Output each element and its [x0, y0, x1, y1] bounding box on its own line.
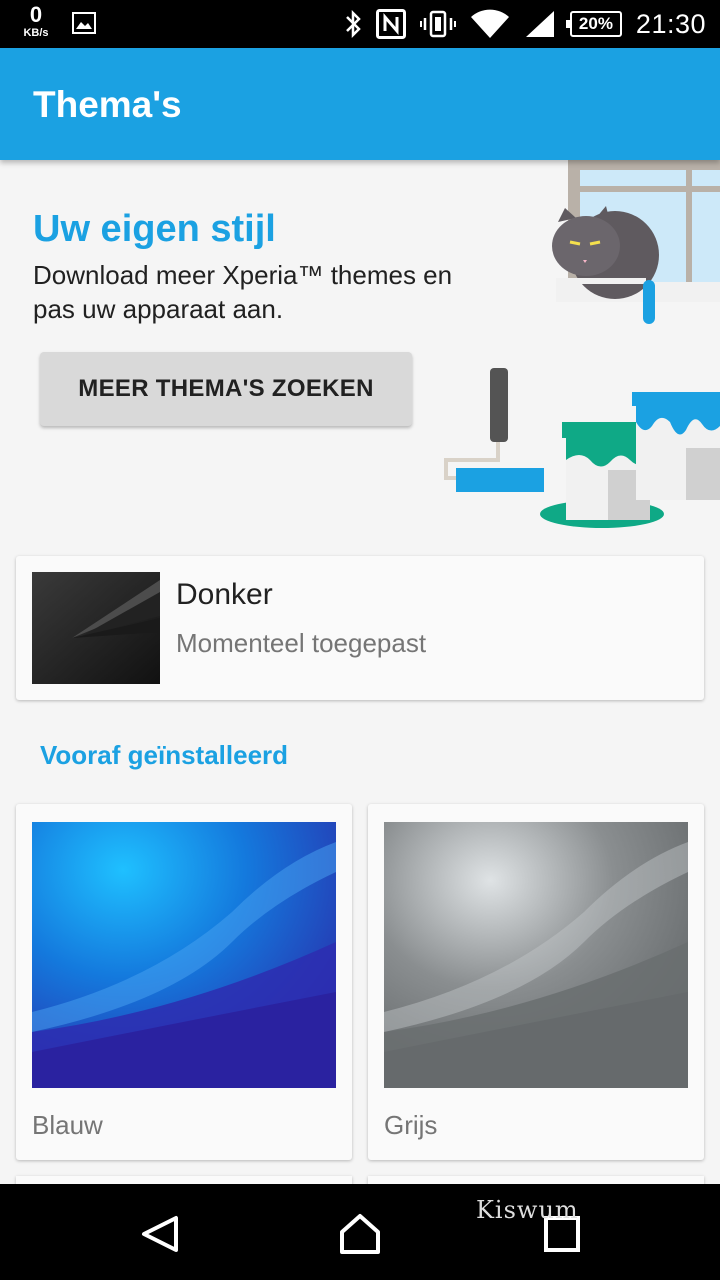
- theme-thumbnail: [32, 822, 336, 1088]
- back-icon[interactable]: [138, 1212, 182, 1256]
- promo-title: Uw eigen stijl: [33, 208, 276, 250]
- battery-icon: 20%: [565, 11, 622, 37]
- home-icon[interactable]: [338, 1212, 382, 1256]
- vibrate-icon: [419, 10, 456, 38]
- wifi-icon: [470, 9, 509, 38]
- preinstalled-heading: Vooraf geïnstalleerd: [40, 740, 289, 770]
- promo-banner: Uw eigen stijl Download meer Xperia™ the…: [0, 160, 720, 540]
- page-title: Thema's: [33, 84, 182, 125]
- current-theme-card[interactable]: Donker Momenteel toegepast: [16, 556, 704, 700]
- current-theme-thumbnail: [32, 572, 160, 684]
- find-more-themes-button[interactable]: MEER THEMA'S ZOEKEN: [40, 352, 412, 426]
- status-bar: 0 KB/s 20% 21:30: [0, 0, 720, 48]
- navigation-bar: Kiswum: [0, 1184, 720, 1280]
- signal-icon: [525, 11, 554, 37]
- watermark: Kiswum: [476, 1196, 579, 1224]
- theme-card-blauw[interactable]: Blauw: [16, 804, 352, 1160]
- clock: 21:30: [635, 8, 706, 39]
- image-icon: [72, 12, 96, 34]
- bluetooth-icon: [346, 10, 361, 38]
- theme-name: Blauw: [32, 1110, 103, 1140]
- cat-paint-illustration: [444, 160, 720, 528]
- theme-thumbnail: [384, 822, 688, 1088]
- nfc-icon: [375, 9, 406, 39]
- theme-card-grijs[interactable]: Grijs: [368, 804, 704, 1160]
- network-speed-indicator: 0 KB/s: [18, 4, 54, 39]
- network-speed-value: 0: [29, 2, 43, 27]
- theme-name: Grijs: [384, 1110, 438, 1140]
- current-theme-status: Momenteel toegepast: [176, 628, 427, 658]
- current-theme-name: Donker: [176, 578, 273, 611]
- app-bar: Thema's: [0, 48, 720, 160]
- promo-description: Download meer Xperia™ themes en pas uw a…: [33, 260, 453, 324]
- network-speed-unit: KB/s: [23, 27, 49, 39]
